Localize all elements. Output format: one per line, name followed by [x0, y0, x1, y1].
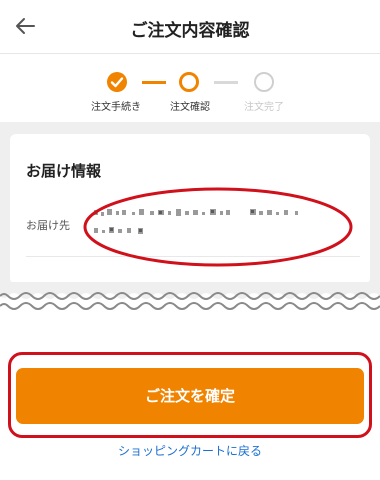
confirm-order-button[interactable]: ご注文を確定 [16, 368, 364, 424]
header-bar: ご注文内容確認 [0, 0, 380, 54]
step-3-todo-indicator [254, 72, 274, 92]
step-1-done-indicator [107, 72, 127, 92]
order-stepper: 注文手続き 注文確認 注文完了 [0, 54, 380, 122]
delivery-info-title: お届け情報 [26, 162, 102, 180]
back-to-cart-link[interactable]: ショッピングカートに戻る [0, 442, 380, 459]
wavy-separator [0, 282, 380, 310]
annotation-circle [83, 187, 353, 267]
delivery-address-label: お届け先 [26, 219, 70, 232]
step-label-3: 注文完了 [244, 102, 284, 113]
step-connector-2 [214, 81, 238, 84]
step-label-1: 注文手続き [91, 102, 141, 113]
step-connector-1 [142, 81, 166, 84]
step-label-2: 注文確認 [170, 102, 210, 113]
page-title: ご注文内容確認 [130, 21, 250, 41]
check-icon [110, 77, 124, 88]
step-2-current-indicator [179, 72, 199, 92]
